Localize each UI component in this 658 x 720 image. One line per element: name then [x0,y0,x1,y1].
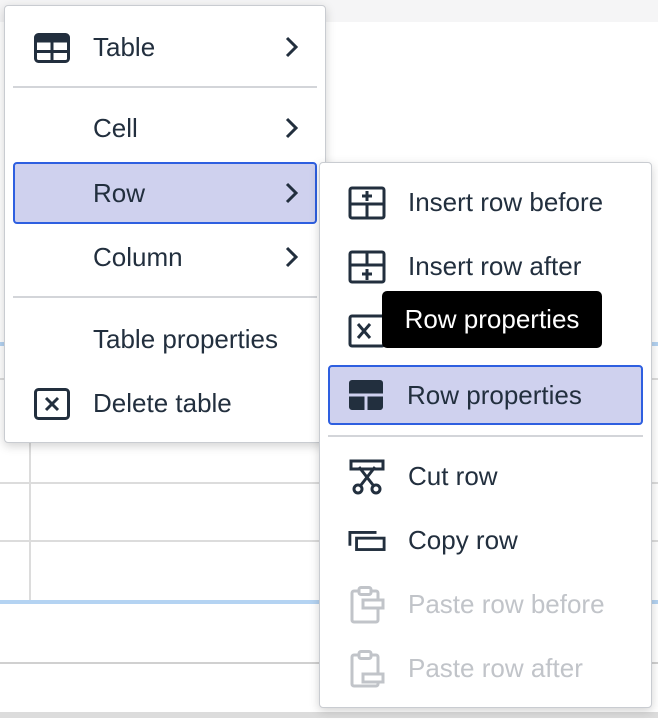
insert-row-before-icon [348,186,386,220]
menu-item-cell[interactable]: Cell [13,99,317,157]
menu-separator [328,435,643,437]
row-submenu: Insert row before Insert row after Row p… [319,162,652,708]
menu-item-label: Column [93,241,183,272]
menu-item-label: Insert row before [408,186,604,217]
menu-item-paste-row-before[interactable]: Paste row before [328,575,643,633]
menu-item-table[interactable]: Table [13,18,317,76]
copy-row-icon [348,524,386,558]
menu-item-paste-row-after[interactable]: Paste row after [328,639,643,697]
menu-separator [13,86,317,88]
paste-row-before-icon [348,586,386,624]
menu-item-label: Table [93,31,156,62]
menu-item-label: Row [93,177,146,208]
delete-row-icon [348,314,386,348]
menu-item-label: Copy row [408,524,518,555]
menu-item-label: Cut row [408,460,498,491]
menu-item-label: Paste row before [408,588,605,619]
table-context-menu: Table Cell Row Column Table properties D… [4,5,326,443]
menu-item-insert-row-before[interactable]: Insert row before [328,173,643,231]
menu-item-row[interactable]: Row [13,162,317,224]
menu-item-row-properties[interactable]: Row properties [328,365,643,425]
menu-item-table-properties[interactable]: Table properties [13,310,317,368]
editor-statusbar [0,712,658,718]
menu-item-column[interactable]: Column [13,228,317,286]
menu-separator [13,296,317,298]
menu-item-delete-table[interactable]: Delete table [13,374,317,432]
menu-item-cut-row[interactable]: Cut row [328,447,643,505]
insert-row-after-icon [348,250,386,284]
row-properties-icon [347,378,385,412]
menu-item-label: Row properties [407,379,582,410]
menu-item-label: Delete table [93,387,232,418]
chevron-right-icon [279,113,303,143]
tooltip: Row properties [382,291,602,348]
menu-item-label: Table properties [93,323,278,354]
menu-item-label: Cell [93,112,138,143]
paste-row-after-icon [348,650,386,688]
menu-item-copy-row[interactable]: Copy row [328,511,643,569]
chevron-right-icon [279,32,303,62]
delete-table-icon [33,387,71,421]
menu-item-label: Paste row after [408,652,583,683]
cut-row-icon [348,459,386,495]
chevron-right-icon [279,178,303,208]
menu-item-insert-row-after[interactable]: Insert row after [328,237,643,295]
table-icon [33,31,71,65]
chevron-right-icon [279,242,303,272]
menu-item-label: Insert row after [408,250,582,281]
